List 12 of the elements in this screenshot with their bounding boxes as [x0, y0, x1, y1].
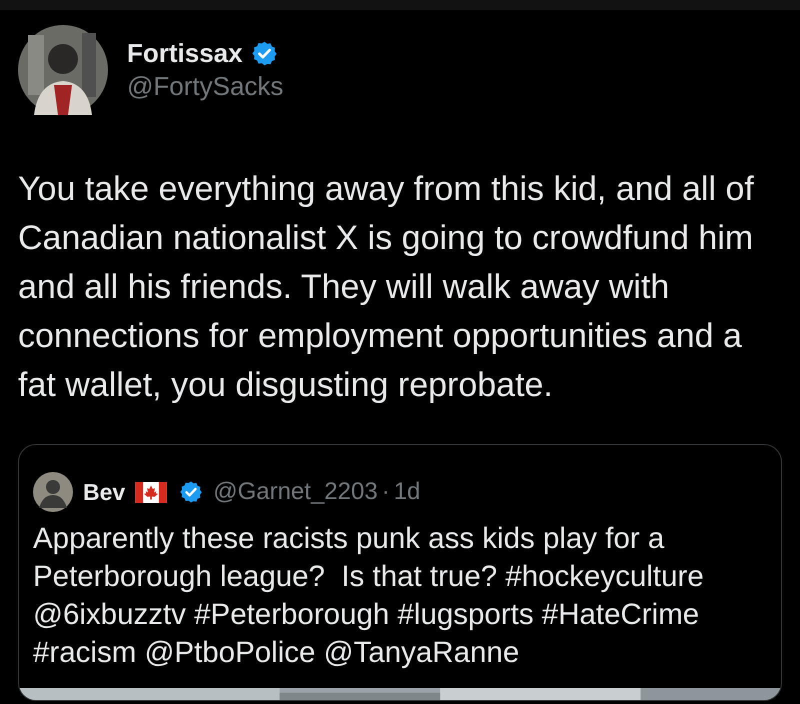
quoted-post-text: Apparently these racists punk ass kids play for a Peterborough league? Is that true? #hockeyculture @6ixbuzztv #Peterborough #lugsports #HateCrime #racism @PtboPolice @TanyaRanne [33, 521, 705, 671]
post-time[interactable]: 1d [394, 478, 420, 506]
avatar[interactable] [33, 472, 73, 512]
avatar[interactable] [18, 25, 108, 115]
author-name[interactable]: Bev [83, 478, 126, 506]
quoted-post-card[interactable]: Bev @Garnet_2203 · 1d Apparently these racists punk ass kids play for a Peterborough league? Is that true? #hockeyculture @6ixbuzztv #Peterborough #lugsports #HateCrime #racism @PtboPolice @TanyaRanne [18, 444, 782, 701]
author-handle[interactable]: @FortySacks [127, 71, 284, 102]
flag-icon [135, 482, 168, 502]
author-name[interactable]: Fortissax [127, 38, 243, 69]
author-handle[interactable]: @Garnet_2203 [213, 478, 378, 506]
separator: · [382, 478, 390, 506]
post-text: You take everything away from this kid, and all of Canadian nationalist X is going to crowdfund him and all his friends. They will walk away with connections for employment opportunities and a fat wallet, you disgusting reprobate. [18, 169, 755, 406]
